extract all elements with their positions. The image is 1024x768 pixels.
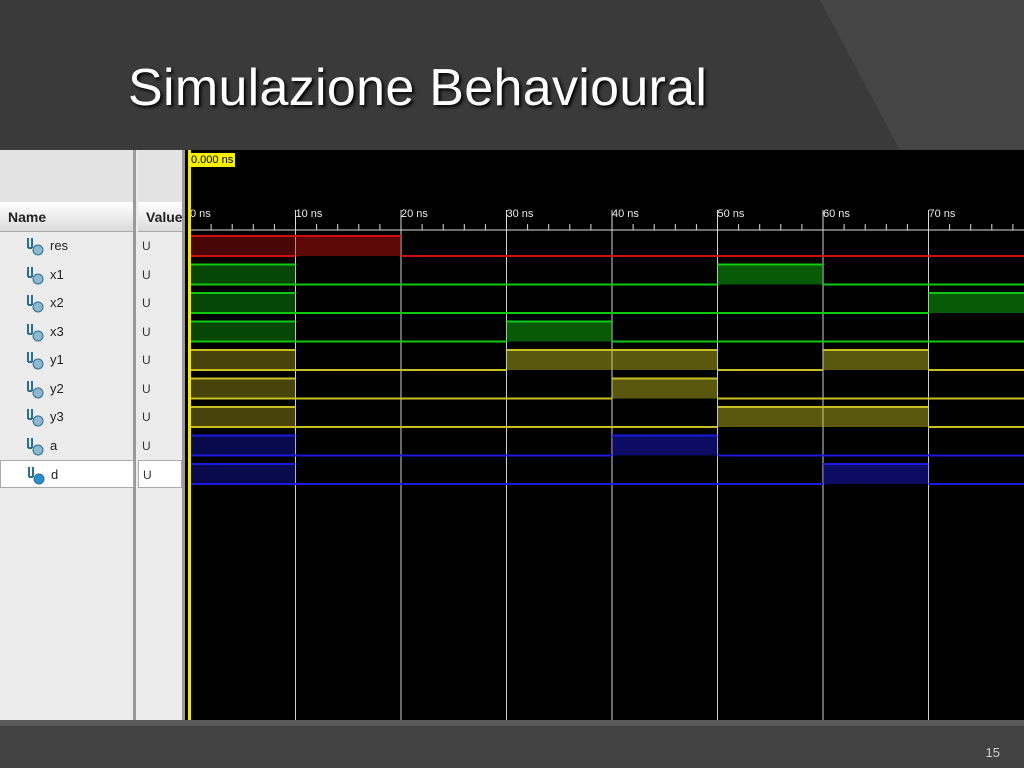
- wave-high-fill: [612, 435, 718, 456]
- signal-row[interactable]: y2: [0, 375, 134, 403]
- wave-high-fill: [506, 350, 612, 370]
- undefined-band: [190, 236, 296, 256]
- signal-icon: [27, 409, 44, 427]
- wave-high-fill: [612, 350, 718, 370]
- time-cursor[interactable]: [188, 150, 191, 722]
- wave-high-fill: [928, 293, 1024, 313]
- signal-name: res: [50, 238, 69, 253]
- ruler-tick-label: 70 ns: [928, 208, 956, 220]
- signal-row[interactable]: res: [0, 232, 134, 260]
- value-column-header[interactable]: Value: [138, 202, 184, 232]
- undefined-band: [190, 264, 296, 285]
- pane-splitter[interactable]: [182, 150, 185, 722]
- signal-icon: [27, 380, 44, 398]
- signal-value: U: [142, 324, 151, 339]
- wave-high-fill: [506, 321, 612, 342]
- wave-high-fill: [717, 407, 823, 427]
- signal-icon: [27, 266, 44, 284]
- window-bottom-edge: [0, 720, 1024, 726]
- undefined-band: [190, 407, 296, 427]
- signal-name: y3: [50, 409, 64, 424]
- signal-name: y2: [50, 380, 64, 396]
- signal-icon: [27, 238, 44, 256]
- signal-value: U: [138, 460, 182, 488]
- signal-name: x3: [50, 323, 64, 339]
- signal-value: U: [142, 239, 151, 253]
- signal-value: U: [142, 296, 151, 310]
- signal-name: x1: [50, 266, 64, 282]
- signal-icon: [27, 352, 44, 370]
- name-pane-top: [0, 150, 134, 202]
- undefined-band: [190, 293, 296, 313]
- wave-high-fill: [823, 350, 929, 370]
- ruler-tick-label: 20 ns: [401, 208, 428, 220]
- undefined-band: [190, 321, 296, 342]
- signal-row[interactable]: y3: [0, 403, 134, 431]
- undefined-band: [190, 435, 296, 456]
- signal-row[interactable]: a: [0, 432, 134, 460]
- signal-row[interactable]: x3: [0, 318, 134, 346]
- slide-title: Simulazione Behavioural: [128, 59, 708, 117]
- signal-row[interactable]: d: [0, 460, 134, 488]
- signal-row[interactable]: y1: [0, 346, 134, 374]
- value-pane-top: [138, 150, 184, 202]
- name-column-header[interactable]: Name: [0, 202, 134, 232]
- signal-icon: [27, 323, 44, 341]
- signal-row[interactable]: x2: [0, 289, 134, 317]
- undefined-band: [190, 378, 296, 399]
- signal-icon: [27, 295, 44, 313]
- signal-row[interactable]: x1: [0, 261, 134, 289]
- signal-icon: [27, 437, 44, 455]
- signal-name: y1: [50, 352, 64, 367]
- signal-name: d: [51, 467, 59, 482]
- ruler-tick-label: 60 ns: [823, 208, 850, 220]
- wave-high-fill: [295, 236, 401, 256]
- ruler-tick-label: 10 ns: [295, 208, 323, 220]
- wave-high-fill: [612, 378, 718, 399]
- cursor-time-label: 0.000 ns: [189, 153, 236, 167]
- signal-value: U: [142, 267, 151, 282]
- wave-high-fill: [823, 464, 929, 484]
- ruler-tick-label: 0 ns: [190, 208, 211, 220]
- wave-high-fill: [823, 407, 929, 427]
- signal-value: U: [142, 410, 151, 424]
- ruler-tick-label: 50 ns: [717, 208, 745, 220]
- ruler-tick-label: 30 ns: [506, 208, 534, 220]
- signal-value: U: [142, 438, 151, 453]
- wave-high-fill: [717, 264, 823, 285]
- waveform-window: Name Value res Ux1 Ux2 Ux3 Uy1 Uy2 Uy3 Ua Ud U 0 …: [0, 150, 1024, 722]
- signal-value: U: [142, 353, 151, 367]
- signal-name: a: [50, 437, 58, 453]
- signal-icon: [28, 467, 45, 485]
- signal-name: x2: [50, 295, 64, 310]
- undefined-band: [190, 350, 296, 370]
- waveform-canvas[interactable]: [186, 150, 1024, 722]
- slide-number: 15: [985, 745, 1000, 760]
- signal-value: U: [142, 381, 151, 396]
- ruler-tick-label: 40 ns: [612, 208, 639, 220]
- undefined-band: [190, 464, 296, 484]
